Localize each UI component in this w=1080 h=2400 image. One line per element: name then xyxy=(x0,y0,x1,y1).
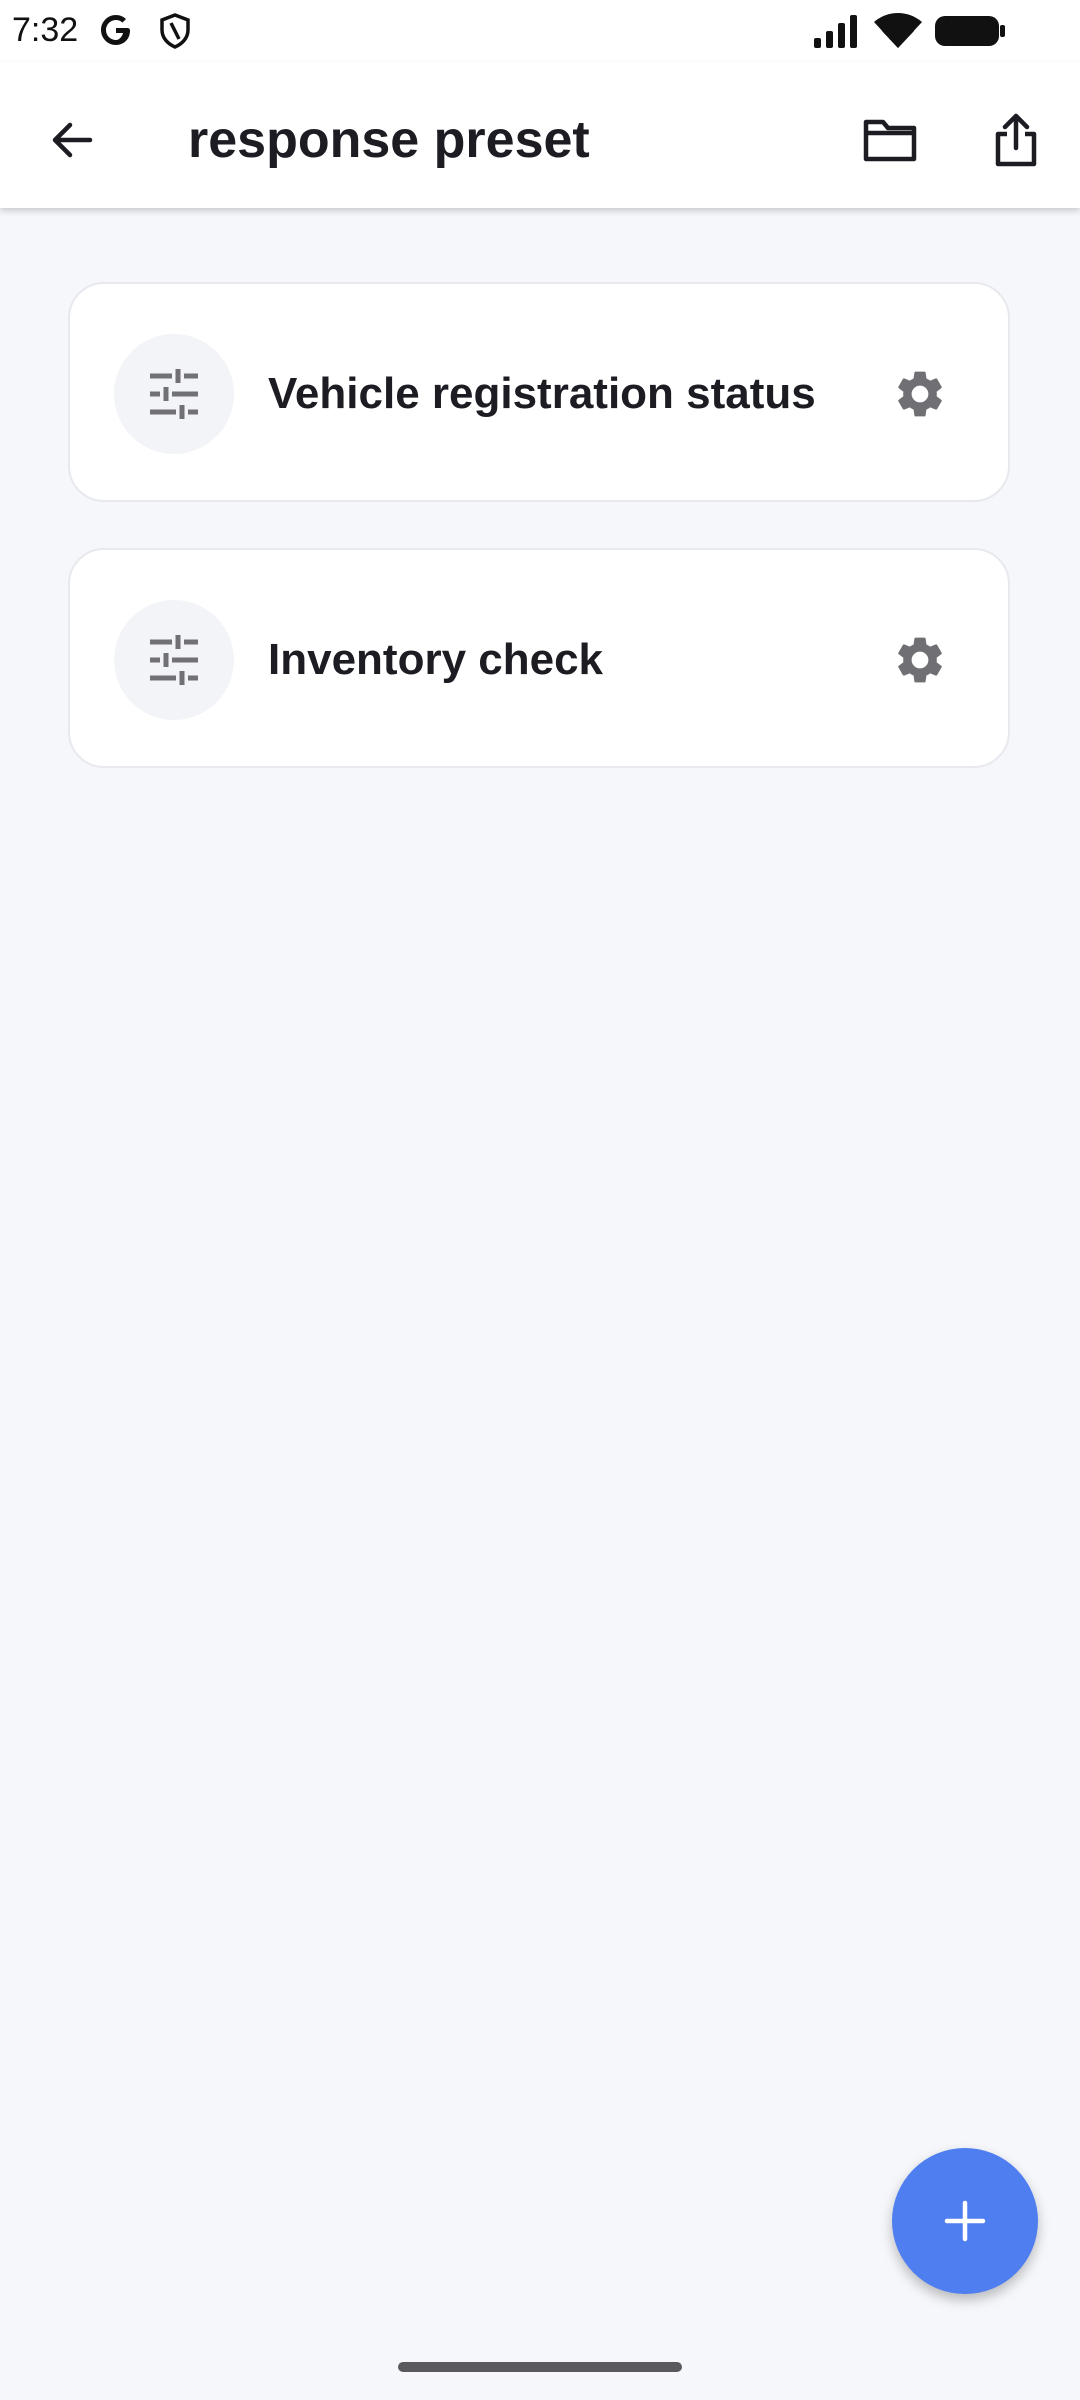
page-title: response preset xyxy=(188,111,590,169)
app-bar: response preset xyxy=(0,62,1080,208)
preset-label: Vehicle registration status xyxy=(268,369,816,418)
home-indicator[interactable] xyxy=(398,2362,682,2372)
add-preset-button[interactable] xyxy=(892,2148,1038,2294)
battery-icon xyxy=(935,16,1005,46)
sliders-icon xyxy=(150,369,198,419)
share-button[interactable] xyxy=(976,100,1056,180)
preset-card[interactable]: Vehicle registration status xyxy=(68,282,1010,502)
screen: 7:32 response preset Vehicle registratio… xyxy=(0,0,1080,2400)
preset-settings-button[interactable] xyxy=(870,344,970,444)
wifi-icon xyxy=(874,13,922,48)
signal-icon xyxy=(814,15,857,48)
status-time: 7:32 xyxy=(12,11,79,49)
plus-icon xyxy=(944,2200,986,2242)
preset-icon-container xyxy=(114,334,234,454)
open-folder-button[interactable] xyxy=(850,100,930,180)
arrow-left-icon xyxy=(52,122,93,158)
back-button[interactable] xyxy=(32,100,112,180)
gear-icon xyxy=(898,637,942,683)
google-icon xyxy=(101,15,130,45)
preset-card[interactable]: Inventory check xyxy=(68,548,1010,768)
sliders-icon xyxy=(150,635,198,685)
preset-list: Vehicle registration status Inventory ch… xyxy=(68,282,1012,814)
shield-icon xyxy=(160,13,190,49)
status-bar: 7:32 xyxy=(0,0,1080,62)
preset-settings-button[interactable] xyxy=(870,610,970,710)
gear-icon xyxy=(898,371,942,417)
preset-icon-container xyxy=(114,600,234,720)
share-icon xyxy=(995,113,1037,167)
folder-icon xyxy=(863,119,917,162)
preset-label: Inventory check xyxy=(268,635,604,684)
